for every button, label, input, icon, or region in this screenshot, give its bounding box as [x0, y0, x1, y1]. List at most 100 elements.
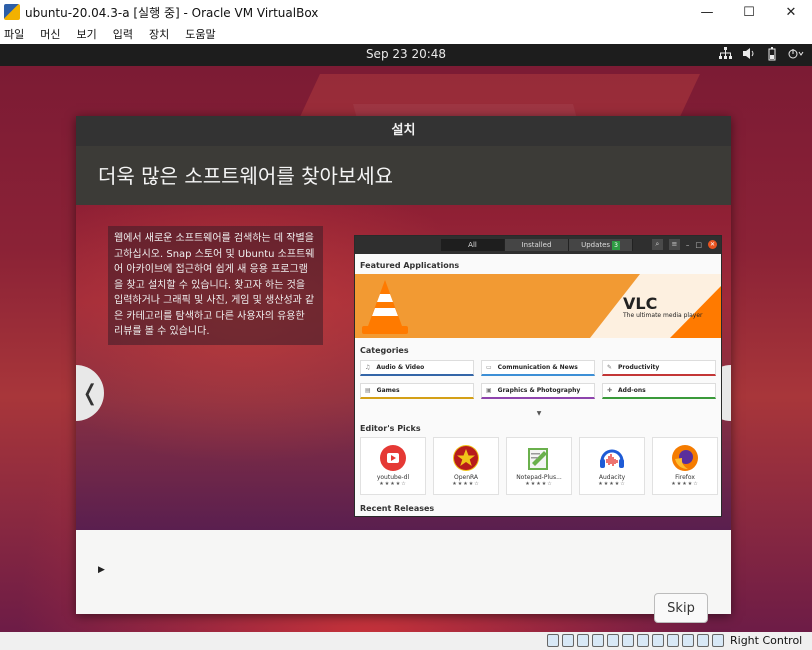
- categories-title: Categories: [360, 346, 409, 355]
- window-titlebar: ubuntu-20.04.3-a [실행 중] - Oracle VM Virt…: [0, 0, 812, 24]
- battery-icon: [768, 47, 776, 61]
- keyboard-icon[interactable]: [697, 634, 709, 647]
- menu-input[interactable]: 입력: [113, 26, 133, 42]
- installer-dialog: 설치 더욱 많은 소프트웨어를 찾아보세요 웹에서 새로운 소프트웨어를 검색하…: [76, 116, 731, 623]
- addons-icon: ✚: [607, 387, 613, 394]
- skip-button[interactable]: Skip: [654, 593, 708, 623]
- category-games: ▤ Games: [360, 383, 474, 399]
- vlc-cone-icon: [362, 280, 408, 334]
- window-controls: — ☐ ✕: [686, 0, 812, 24]
- display-icon[interactable]: [637, 634, 649, 647]
- slideshow: 웹에서 새로운 소프트웨어를 검색하는 데 작별을 고하십시오. Snap 스토…: [76, 205, 731, 530]
- optical-drive-icon[interactable]: [562, 634, 574, 647]
- shared-folders-icon[interactable]: [622, 634, 634, 647]
- pick-card: youtube-dl ★★★★☆: [360, 437, 426, 495]
- menu-view[interactable]: 보기: [77, 26, 97, 42]
- firefox-icon: [672, 445, 698, 471]
- category-productivity: ✎ Productivity: [602, 360, 716, 376]
- software-screenshot: All Installed Updates 3 ⌕ ≡ – □ ✕ Featur…: [354, 235, 722, 517]
- youtube-dl-icon: [380, 445, 406, 471]
- menu-icon: ≡: [668, 239, 680, 250]
- host-key-icon[interactable]: [712, 634, 724, 647]
- games-icon: ▤: [365, 387, 371, 394]
- productivity-icon: ✎: [607, 364, 613, 371]
- usb-icon[interactable]: [607, 634, 619, 647]
- guest-display[interactable]: Sep 23 20:48 설치 더욱 많은 소프트웨어를 찾아보세요 웹에서 새…: [0, 44, 812, 632]
- close-button[interactable]: ✕: [770, 0, 812, 24]
- power-menu-icon: [788, 49, 804, 59]
- vbox-statusbar: Right Control: [0, 632, 812, 650]
- picks-title: Editor's Picks: [360, 424, 421, 433]
- pick-name: OpenRA: [453, 474, 479, 481]
- pick-name: youtube-dl: [376, 474, 410, 481]
- menubar: 파일 머신 보기 입력 장치 도움말: [0, 24, 812, 44]
- category-addons: ✚ Add-ons: [602, 383, 716, 399]
- pick-name: Audacity: [598, 474, 626, 481]
- dialog-title: 설치: [76, 116, 731, 146]
- slide-description: 웹에서 새로운 소프트웨어를 검색하는 데 작별을 고하십시오. Snap 스토…: [108, 226, 323, 345]
- tab-updates: Updates 3: [569, 239, 633, 251]
- tab-installed: Installed: [505, 239, 569, 251]
- updates-count-badge: 3: [612, 241, 620, 250]
- tab-all: All: [441, 239, 505, 251]
- category-communication: ▭ Communication & News: [481, 360, 595, 376]
- menu-machine[interactable]: 머신: [40, 26, 60, 42]
- category-audio-video: ♫ Audio & Video: [360, 360, 474, 376]
- rating-stars: ★★★★☆: [379, 481, 407, 487]
- pick-name: Firefox: [675, 474, 695, 481]
- host-key-label: Right Control: [730, 634, 803, 647]
- status-icons: [547, 634, 724, 647]
- banner-title: VLC: [623, 294, 658, 313]
- virtualbox-app-icon: [4, 4, 20, 20]
- chat-icon: ▭: [486, 364, 492, 371]
- close-icon: ✕: [708, 240, 717, 249]
- network-icon: [719, 47, 732, 59]
- pick-card: Audacity ★★★★☆: [579, 437, 645, 495]
- maximize-icon: □: [695, 240, 702, 249]
- banner-subtitle: The ultimate media player: [623, 312, 703, 319]
- minimize-button[interactable]: —: [686, 0, 728, 24]
- play-slideshow-icon[interactable]: ▶: [98, 565, 105, 575]
- audio-icon[interactable]: [577, 634, 589, 647]
- clock[interactable]: Sep 23 20:48: [0, 47, 812, 61]
- openra-icon: [453, 445, 479, 471]
- software-header-icons: ⌕ ≡ – □ ✕: [651, 239, 717, 250]
- menu-help[interactable]: 도움말: [185, 26, 215, 42]
- video-capture-icon[interactable]: [652, 634, 664, 647]
- rating-stars: ★★★★☆: [452, 481, 480, 487]
- dialog-subheader: 더욱 많은 소프트웨어를 찾아보세요: [76, 146, 731, 205]
- pick-card: Notepad-Plus... ★★★★☆: [506, 437, 572, 495]
- notepad-plus-icon: [526, 445, 552, 471]
- cpu-icon[interactable]: [667, 634, 679, 647]
- recent-releases-title: Recent Releases: [360, 504, 435, 513]
- audacity-icon: [599, 445, 625, 471]
- chevron-left-icon: ❬: [80, 380, 100, 406]
- maximize-button[interactable]: ☐: [728, 0, 770, 24]
- tab-updates-label: Updates: [581, 241, 611, 249]
- rating-stars: ★★★★☆: [598, 481, 626, 487]
- window-title: ubuntu-20.04.3-a [실행 중] - Oracle VM Virt…: [25, 5, 319, 20]
- menu-devices[interactable]: 장치: [149, 26, 169, 42]
- mouse-integration-icon[interactable]: [682, 634, 694, 647]
- software-headerbar: All Installed Updates 3 ⌕ ≡ – □ ✕: [355, 236, 721, 254]
- hard-disk-icon[interactable]: [547, 634, 559, 647]
- editors-picks: youtube-dl ★★★★☆ OpenRA ★★★★☆ Notepad-Pl…: [360, 437, 718, 495]
- volume-icon: [743, 48, 754, 59]
- rating-stars: ★★★★☆: [525, 481, 553, 487]
- category-graphics: ▣ Graphics & Photography: [481, 383, 595, 399]
- search-icon: ⌕: [651, 239, 663, 250]
- minimize-icon: –: [685, 240, 690, 249]
- category-grid: ♫ Audio & Video ▭ Communication & News ✎ Pr…: [360, 360, 718, 399]
- pick-card: OpenRA ★★★★☆: [433, 437, 499, 495]
- more-categories-arrow: ▼: [536, 410, 542, 417]
- gnome-top-bar: Sep 23 20:48: [0, 44, 812, 66]
- music-icon: ♫: [365, 364, 371, 371]
- system-tray[interactable]: [719, 47, 804, 61]
- menu-file[interactable]: 파일: [4, 26, 24, 42]
- pick-card: Firefox ★★★★☆: [652, 437, 718, 495]
- rating-stars: ★★★★☆: [671, 481, 699, 487]
- network-adapter-icon[interactable]: [592, 634, 604, 647]
- featured-title: Featured Applications: [360, 261, 460, 270]
- software-tabs: All Installed Updates 3: [441, 239, 633, 251]
- pick-name: Notepad-Plus...: [516, 474, 562, 481]
